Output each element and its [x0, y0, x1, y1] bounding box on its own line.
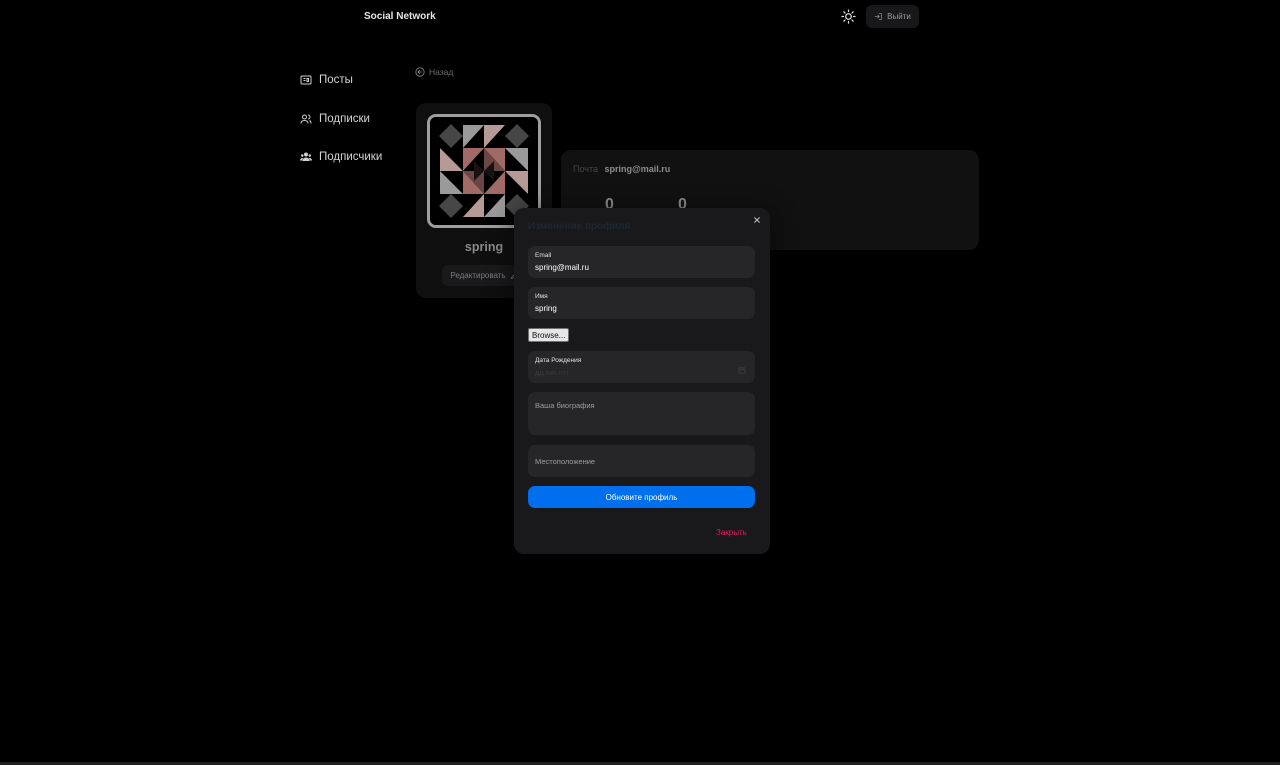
email-value: spring@mail.ru [604, 164, 671, 174]
theme-toggle-icon[interactable] [840, 8, 857, 25]
logout-button[interactable]: Выйти [866, 5, 919, 28]
sidebar-item-following[interactable]: Подписки [300, 109, 382, 129]
sidebar-item-posts[interactable]: Посты [300, 70, 382, 90]
location-placeholder: Местоположение [535, 457, 596, 466]
name-field-value: spring [535, 304, 557, 313]
email-field[interactable]: Email spring@mail.ru [528, 246, 755, 278]
logout-label: Выйти [887, 12, 911, 21]
modal-title: Изменение профиля [528, 221, 631, 232]
avatar-file-browse-button[interactable]: Browse... [528, 328, 570, 342]
sidebar-nav: Посты Подписки Подписчики [300, 70, 382, 186]
name-field[interactable]: Имя spring [528, 287, 755, 319]
close-button[interactable]: Закрыть [716, 528, 747, 537]
close-icon[interactable] [751, 214, 763, 226]
bio-textarea[interactable]: Ваша биография [528, 392, 755, 435]
email-label: Почта [573, 164, 598, 174]
sidebar-item-label: Подписчики [319, 151, 383, 163]
bio-placeholder: Ваша биография [535, 401, 595, 410]
following-icon [300, 114, 312, 124]
calendar-icon[interactable] [738, 366, 746, 374]
update-profile-button[interactable]: Обновите профиль [528, 486, 755, 508]
posts-icon [300, 75, 312, 85]
top-bar: Social Network Выйти [0, 0, 1280, 34]
email-row: Почта spring@mail.ru [573, 164, 670, 174]
back-label: Назад [429, 67, 454, 77]
sidebar-item-label: Подписки [319, 112, 370, 125]
birthdate-field-label: Дата Рождения [535, 357, 582, 364]
brand-title[interactable]: Social Network [364, 11, 436, 22]
sidebar-item-followers[interactable]: Подписчики [300, 147, 382, 167]
location-field[interactable]: Местоположение [528, 445, 755, 477]
sidebar-item-label: Посты [319, 74, 353, 86]
back-arrow-icon [415, 67, 425, 77]
name-field-label: Имя [535, 293, 548, 300]
edit-label: Редактировать [450, 271, 506, 280]
back-link[interactable]: Назад [415, 67, 453, 77]
birthdate-placeholder: дд.мм.гггг [535, 368, 570, 377]
email-field-value: spring@mail.ru [535, 263, 589, 272]
email-field-label: Email [535, 252, 552, 259]
edit-profile-modal: Изменение профиля Email spring@mail.ru И… [514, 208, 770, 554]
birthdate-field[interactable]: Дата Рождения дд.мм.гггг [528, 351, 755, 383]
logout-icon [874, 13, 883, 20]
followers-icon [300, 152, 312, 161]
